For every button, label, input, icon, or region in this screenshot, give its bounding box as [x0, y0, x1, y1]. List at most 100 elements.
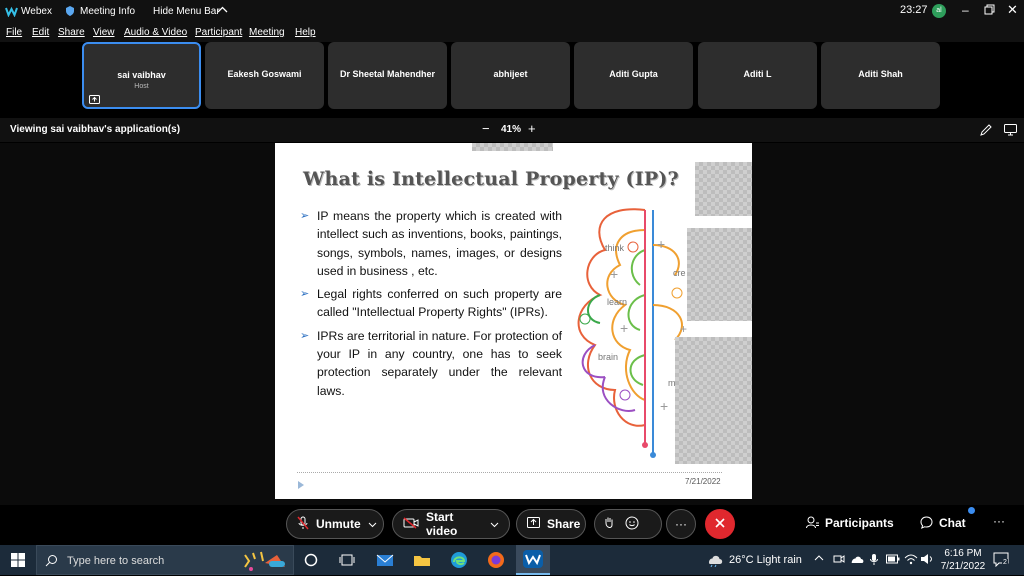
share-label: Share: [547, 517, 581, 531]
edge-browser-icon[interactable]: [448, 549, 470, 571]
raise-hand-icon[interactable]: [603, 516, 615, 533]
bullet-list: IP means the property which is created w…: [300, 207, 562, 405]
file-explorer-icon[interactable]: [411, 549, 433, 571]
participant-name: Aditi Shah: [858, 69, 903, 79]
zoom-in-button[interactable]: +: [528, 121, 536, 136]
bullet-item: Legal rights conferred on such property …: [300, 285, 562, 322]
share-icon: [527, 516, 540, 532]
unmute-label: Unmute: [316, 517, 361, 531]
share-button[interactable]: Share: [516, 509, 586, 539]
webex-logo-icon: [5, 5, 18, 20]
end-call-button[interactable]: [705, 509, 735, 539]
participant-tile[interactable]: Aditi Shah: [821, 42, 940, 109]
task-view-icon[interactable]: [336, 549, 358, 571]
chevron-down-icon[interactable]: [490, 517, 499, 531]
reactions-icon[interactable]: [625, 516, 639, 533]
slide-title: What is Intellectual Property (IP)?: [303, 168, 679, 190]
chat-icon[interactable]: [920, 516, 933, 532]
participant-name: Dr Sheetal Mahendher: [339, 69, 436, 79]
meeting-info-icon[interactable]: [64, 5, 76, 20]
zoom-out-button[interactable]: −: [482, 121, 490, 136]
participant-name: abhijeet: [493, 69, 528, 79]
onedrive-icon[interactable]: [850, 553, 864, 568]
chevron-down-icon[interactable]: [368, 517, 377, 531]
taskbar-search-box[interactable]: Type here to search: [36, 545, 294, 575]
windows-start-icon[interactable]: [7, 549, 29, 571]
hide-menu-bar-button[interactable]: Hide Menu Bar: [153, 6, 220, 17]
close-icon[interactable]: ✕: [1007, 2, 1018, 18]
participant-tile[interactable]: Dr Sheetal Mahendher: [328, 42, 447, 109]
viewing-bar: Viewing sai vaibhav's application(s) − 4…: [0, 118, 1024, 142]
menu-meeting[interactable]: Meeting: [249, 27, 285, 38]
volume-icon[interactable]: [920, 553, 934, 568]
participant-name: Aditi Gupta: [609, 69, 658, 79]
chat-button[interactable]: Chat: [939, 516, 966, 530]
participant-tile[interactable]: Eakesh Goswami: [205, 42, 324, 109]
menu-audio-video[interactable]: Audio & Video: [124, 27, 187, 38]
participants-button[interactable]: Participants: [825, 516, 894, 530]
footer-divider: [297, 472, 722, 473]
notification-count: 2: [1002, 559, 1008, 566]
host-label: Host: [134, 83, 149, 90]
participant-tile[interactable]: Aditi L: [698, 42, 817, 109]
mic-muted-icon: [297, 516, 309, 533]
bullet-item: IPRs are territorial in nature. For prot…: [300, 327, 562, 400]
shared-slide: What is Intellectual Property (IP)? IP m…: [275, 143, 752, 499]
redacted-block: [675, 337, 752, 464]
search-highlight-icon: [241, 549, 291, 576]
search-icon: [45, 554, 58, 570]
taskbar-date[interactable]: 7/21/2022: [938, 561, 988, 572]
brain-word: think: [605, 243, 625, 253]
webex-taskbar-button[interactable]: [516, 545, 550, 575]
clock: 23:27: [900, 4, 928, 16]
meet-now-icon[interactable]: [833, 553, 845, 568]
wifi-icon[interactable]: [904, 553, 918, 568]
start-video-button[interactable]: Start video: [392, 509, 510, 539]
redacted-block: [695, 162, 752, 216]
annotate-icon[interactable]: [980, 124, 992, 139]
participant-tile[interactable]: Aditi Gupta: [574, 42, 693, 109]
menu-edit[interactable]: Edit: [32, 27, 49, 38]
mail-icon[interactable]: [374, 549, 396, 571]
more-options-button[interactable]: ···: [666, 509, 696, 539]
participant-tile[interactable]: abhijeet: [451, 42, 570, 109]
search-placeholder: Type here to search: [67, 555, 165, 567]
participant-name: sai vaibhav: [117, 70, 166, 80]
svg-text:+: +: [660, 398, 668, 414]
chevron-up-icon[interactable]: [217, 5, 228, 18]
app-name: Webex: [21, 6, 52, 17]
menu-view[interactable]: View: [93, 27, 115, 38]
participants-icon[interactable]: [806, 516, 819, 532]
svg-text:+: +: [620, 320, 628, 336]
more-label: ···: [675, 517, 687, 531]
participant-name: Eakesh Goswami: [227, 69, 302, 79]
menu-share[interactable]: Share: [58, 27, 85, 38]
restore-icon[interactable]: [984, 4, 995, 18]
weather-text[interactable]: 26°C Light rain: [729, 554, 802, 566]
menu-file[interactable]: File: [6, 27, 22, 38]
overflow-menu-button[interactable]: ···: [993, 514, 1005, 528]
display-options-icon[interactable]: [1004, 124, 1017, 139]
start-video-label: Start video: [426, 510, 458, 538]
meeting-info-button[interactable]: Meeting Info: [80, 6, 135, 17]
menu-bar: File Edit Share View Audio & Video Parti…: [0, 22, 1024, 42]
weather-icon[interactable]: [706, 553, 724, 570]
chevron-up-icon[interactable]: [814, 553, 824, 566]
firefox-icon[interactable]: [485, 549, 507, 571]
menu-help[interactable]: Help: [295, 27, 316, 38]
participant-tile-host[interactable]: sai vaibhav Host: [82, 42, 201, 109]
slide-date: 7/21/2022: [685, 477, 721, 486]
menu-participant[interactable]: Participant: [195, 27, 242, 38]
bullet-item: IP means the property which is created w…: [300, 207, 562, 280]
webex-app-icon: [523, 550, 543, 571]
cortana-icon[interactable]: [300, 549, 322, 571]
minimize-icon[interactable]: –: [962, 3, 969, 17]
battery-icon[interactable]: [886, 554, 900, 567]
svg-text:+: +: [610, 266, 618, 282]
avatar[interactable]: al: [932, 4, 946, 18]
taskbar-time[interactable]: 6:16 PM: [942, 548, 984, 559]
close-icon: [715, 517, 725, 531]
unmute-button[interactable]: Unmute: [286, 509, 384, 539]
microphone-icon[interactable]: [869, 553, 879, 569]
reactions-group: [594, 509, 662, 539]
